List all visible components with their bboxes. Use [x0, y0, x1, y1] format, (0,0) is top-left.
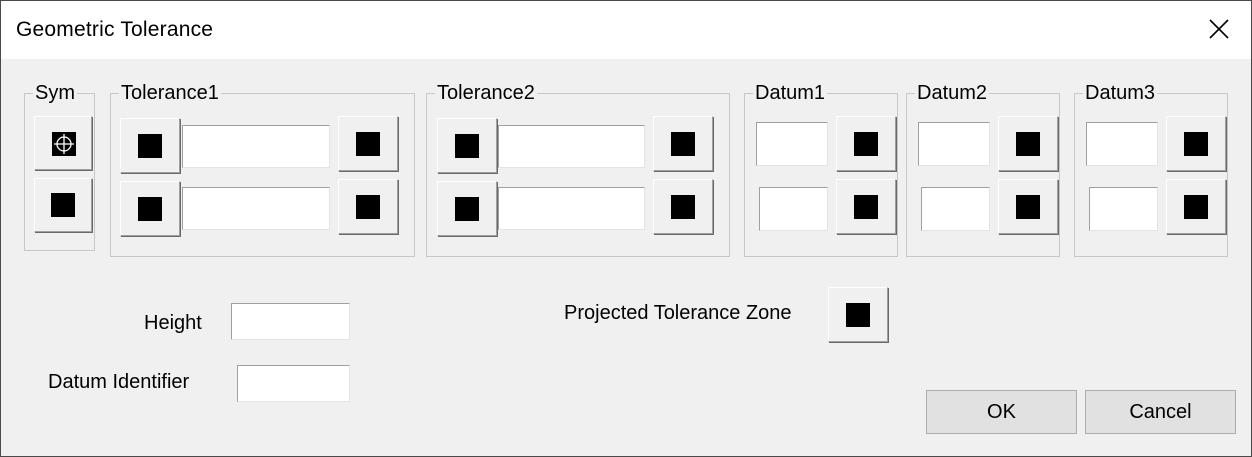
- position-crosshair-icon: [52, 132, 76, 156]
- tolerance2-modifier-button-1[interactable]: [653, 116, 713, 171]
- close-icon[interactable]: [1205, 15, 1233, 43]
- tolerance1-modifier-button-2[interactable]: [338, 179, 398, 234]
- black-square-icon: [51, 193, 75, 217]
- datum2-group-label: Datum2: [915, 82, 990, 104]
- tolerance1-value-field-2[interactable]: [182, 187, 330, 230]
- black-square-icon: [138, 196, 162, 221]
- black-square-icon: [854, 131, 878, 156]
- datum1-modifier-button-1[interactable]: [836, 116, 896, 171]
- black-square-icon: [854, 194, 878, 219]
- datum3-field-1[interactable]: [1086, 122, 1158, 166]
- tolerance2-group-label: Tolerance2: [435, 82, 537, 104]
- projected-tolerance-zone-label: Projected Tolerance Zone: [564, 302, 792, 324]
- tolerance1-modifier-button-1[interactable]: [338, 116, 398, 171]
- tolerance2-value-field-2[interactable]: [498, 187, 645, 230]
- tolerance2-modifier-button-2[interactable]: [653, 179, 713, 234]
- tolerance2-value-field-1[interactable]: [498, 125, 645, 168]
- tolerance1-value-field-1[interactable]: [182, 125, 330, 168]
- datum1-group-label: Datum1: [753, 82, 828, 104]
- datum-identifier-label: Datum Identifier: [48, 371, 190, 393]
- black-square-icon: [356, 194, 380, 219]
- black-square-icon: [1016, 194, 1040, 219]
- datum1-field-1[interactable]: [756, 122, 828, 166]
- projected-tolerance-zone-button[interactable]: [828, 287, 888, 342]
- symbol-button-2[interactable]: [34, 178, 92, 232]
- cancel-button[interactable]: Cancel: [1085, 390, 1236, 434]
- title-bar: Geometric Tolerance: [1, 1, 1251, 59]
- black-square-icon: [455, 196, 479, 221]
- datum2-field-2[interactable]: [921, 187, 990, 231]
- black-square-icon: [846, 302, 870, 327]
- tolerance2-diameter-button-1[interactable]: [437, 118, 497, 173]
- geometric-tolerance-dialog: Geometric Tolerance Sym Tolerance1 Toler…: [0, 0, 1252, 457]
- datum2-modifier-button-1[interactable]: [998, 116, 1058, 171]
- tolerance1-diameter-button-2[interactable]: [120, 181, 180, 236]
- tolerance1-diameter-button-1[interactable]: [120, 118, 180, 173]
- ok-button[interactable]: OK: [926, 390, 1077, 434]
- tolerance1-group-label: Tolerance1: [119, 82, 221, 104]
- datum3-group-label: Datum3: [1083, 82, 1158, 104]
- dialog-title: Geometric Tolerance: [16, 18, 214, 41]
- black-square-icon: [1184, 194, 1208, 219]
- datum3-modifier-button-2[interactable]: [1166, 179, 1226, 234]
- datum1-field-2[interactable]: [759, 187, 828, 231]
- height-field[interactable]: [231, 303, 350, 340]
- black-square-icon: [1184, 131, 1208, 156]
- black-square-icon: [138, 133, 162, 158]
- black-square-icon: [671, 131, 695, 156]
- datum2-field-1[interactable]: [918, 122, 990, 166]
- black-square-icon: [455, 133, 479, 158]
- black-square-icon: [1016, 131, 1040, 156]
- symbol-button-1[interactable]: [34, 116, 92, 170]
- datum2-modifier-button-2[interactable]: [998, 179, 1058, 234]
- datum3-field-2[interactable]: [1089, 187, 1158, 231]
- datum1-modifier-button-2[interactable]: [836, 179, 896, 234]
- sym-group-label: Sym: [33, 82, 77, 104]
- datum-identifier-field[interactable]: [237, 365, 350, 402]
- black-square-icon: [671, 194, 695, 219]
- datum3-modifier-button-1[interactable]: [1166, 116, 1226, 171]
- black-square-icon: [356, 131, 380, 156]
- tolerance2-diameter-button-2[interactable]: [437, 181, 497, 236]
- height-label: Height: [144, 312, 202, 334]
